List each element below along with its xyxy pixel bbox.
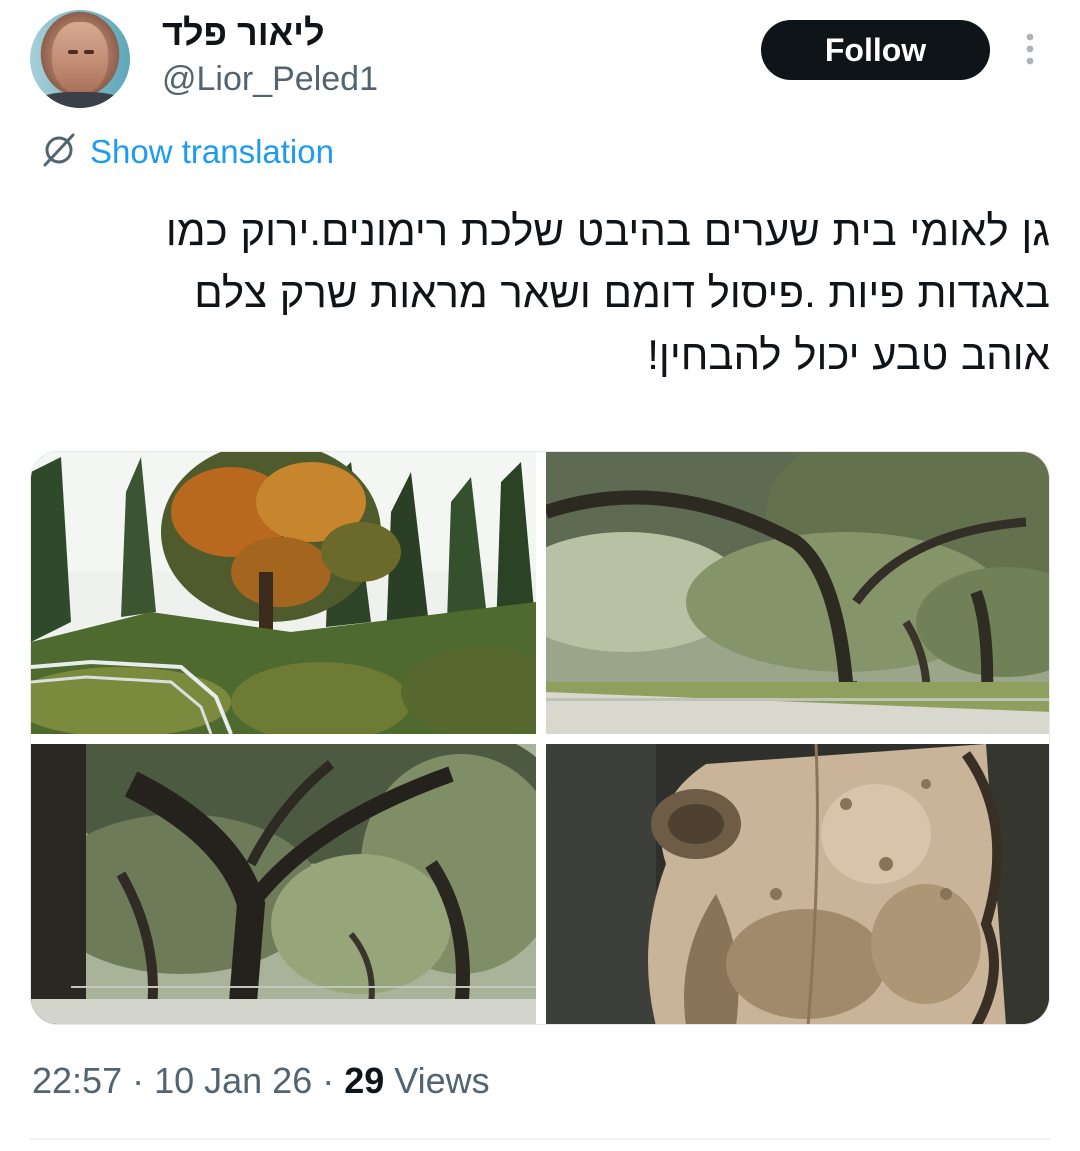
media-grid <box>30 451 1050 1025</box>
globe-translate-icon <box>40 131 90 174</box>
show-translation-link[interactable]: Show translation <box>40 130 334 174</box>
author-display-name[interactable]: ליאור פלד <box>162 12 325 54</box>
meta-separator: · <box>312 1060 345 1101</box>
tweet-text: גן לאומי בית שערים בהיבט שלכת רימונים.יר… <box>165 207 1050 378</box>
avatar-face <box>52 22 108 94</box>
avatar-eye-right <box>84 50 94 54</box>
tweet-time[interactable]: 22:57 <box>32 1060 122 1101</box>
photo-hillside-autumn-tree[interactable] <box>31 452 536 734</box>
photo-gnarled-trunk[interactable] <box>546 744 1049 1024</box>
author-avatar[interactable] <box>30 10 130 108</box>
photo-oak-grove-path[interactable] <box>546 452 1049 734</box>
meta-separator: · <box>122 1060 155 1101</box>
tweet-date[interactable]: 10 Jan 26 <box>154 1060 312 1101</box>
photo-large-oak-trees[interactable] <box>31 744 536 1024</box>
author-handle[interactable]: @Lior_Peled1 <box>162 60 378 99</box>
show-translation-label: Show translation <box>90 133 334 170</box>
views-count: 29 <box>344 1060 385 1101</box>
tweet-meta: 22:57 · 10 Jan 26 · 29 Views <box>32 1060 490 1102</box>
follow-button[interactable]: Follow <box>761 20 990 80</box>
divider <box>30 1138 1050 1140</box>
views-label: Views <box>384 1060 490 1101</box>
avatar-shirt <box>35 92 125 108</box>
avatar-eye-left <box>68 50 78 54</box>
more-vertical-icon[interactable] <box>1016 30 1044 70</box>
